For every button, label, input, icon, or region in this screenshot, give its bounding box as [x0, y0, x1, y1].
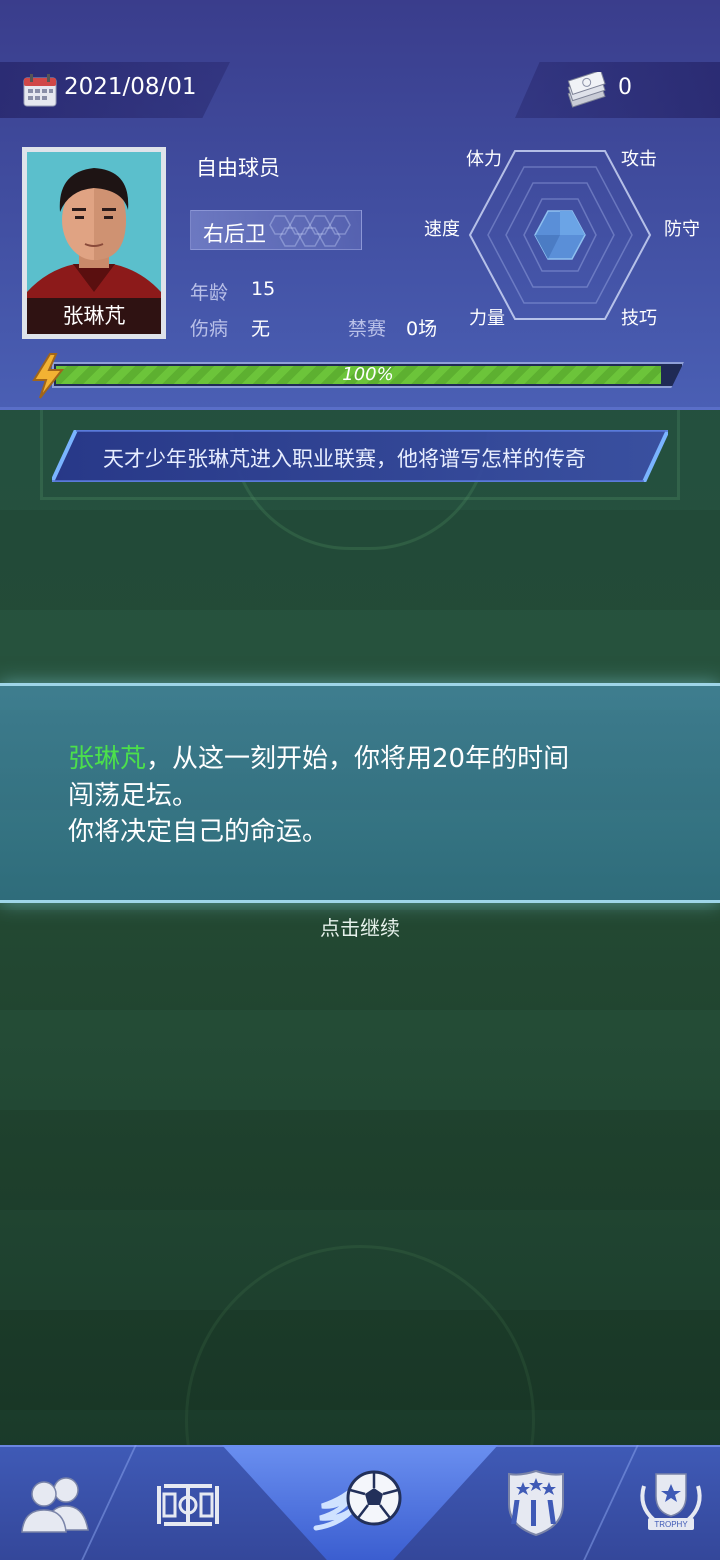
- player-status: 自由球员: [196, 156, 280, 180]
- injury-label: 伤病: [190, 318, 229, 340]
- ban-value: 0场: [406, 318, 438, 340]
- game-date: 2021/08/01: [64, 74, 197, 100]
- injury-value: 无: [251, 318, 271, 340]
- message-line-1-text: ，从这一刻开始，你将用20年的时间: [146, 744, 570, 774]
- ban-label: 禁赛: [348, 318, 387, 340]
- message-line-3: 你将决定自己的命运。: [68, 817, 329, 847]
- radar-label-defense: 防守: [664, 219, 700, 240]
- player-header-panel: 2021/08/01 0 张琳芃 自由球员 右后卫 年龄 15 伤病 无 禁赛 …: [0, 0, 720, 410]
- energy-bar: 100%: [52, 362, 684, 388]
- attribute-radar[interactable]: [460, 145, 660, 325]
- headline-frame: [52, 430, 668, 482]
- hex-pattern-decoration: [269, 215, 351, 247]
- player-name-label: 张琳芃: [27, 298, 161, 334]
- center-circle-line: [185, 1245, 535, 1445]
- trophy-caption: TROPHY: [654, 1520, 688, 1529]
- team-icon[interactable]: [18, 1470, 92, 1536]
- player-portrait[interactable]: 张琳芃: [22, 147, 166, 339]
- money-amount: 0: [618, 75, 632, 100]
- radar-label-attack: 攻击: [621, 149, 657, 170]
- position-badge: 右后卫: [190, 210, 362, 250]
- football-icon[interactable]: [312, 1462, 408, 1542]
- message-line-1: 张琳芃，从这一刻开始，你将用20年的时间: [68, 738, 569, 775]
- radar-label-strength: 力量: [469, 308, 505, 329]
- trophy-icon[interactable]: TROPHY: [634, 1466, 708, 1538]
- age-label: 年龄: [190, 282, 229, 304]
- tap-to-continue[interactable]: 点击继续: [0, 912, 720, 941]
- radar-label-stamina: 体力: [466, 149, 502, 170]
- message-player-name: 张琳芃: [68, 744, 147, 774]
- story-message-panel[interactable]: 张琳芃，从这一刻开始，你将用20年的时间 闯荡足坛。 你将决定自己的命运。: [0, 683, 720, 903]
- cash-icon: [567, 72, 606, 108]
- calendar-icon: [23, 74, 57, 107]
- energy-percent: 100%: [342, 364, 394, 385]
- age-value: 15: [251, 278, 276, 300]
- radar-label-speed: 速度: [424, 219, 460, 240]
- radar-label-skill: 技巧: [621, 308, 657, 329]
- pitch-icon[interactable]: [155, 1480, 221, 1530]
- message-line-2: 闯荡足坛。: [68, 781, 199, 811]
- position-label: 右后卫: [203, 222, 266, 246]
- lightning-icon: [32, 353, 65, 399]
- club-badge-icon[interactable]: [505, 1468, 567, 1538]
